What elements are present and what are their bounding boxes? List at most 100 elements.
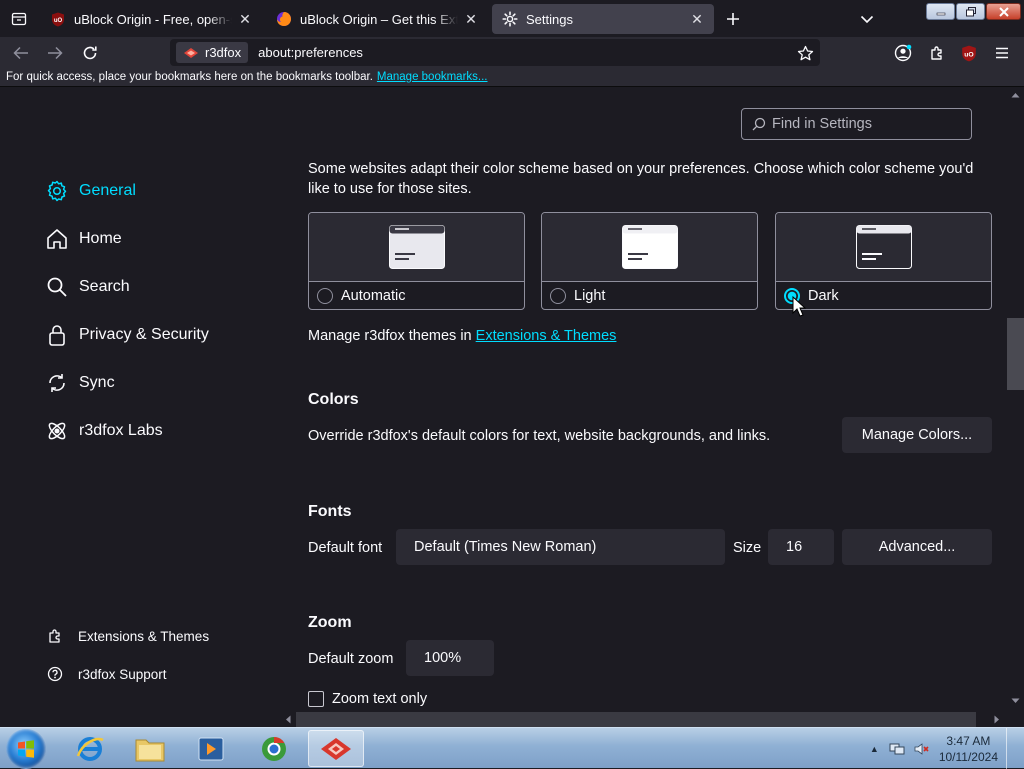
bookmarks-prompt: For quick access, place your bookmarks h…	[6, 71, 373, 83]
sidebar-extensions-themes-link[interactable]: Extensions & Themes	[46, 617, 209, 655]
find-in-settings-input[interactable]: Find in Settings	[741, 108, 972, 140]
ublock-toolbar-button[interactable]: uO	[956, 40, 982, 66]
manage-themes-prefix: Manage r3dfox themes in	[308, 328, 476, 344]
zoom-text-only-row[interactable]: Zoom text only	[308, 691, 428, 708]
sidebar-item-labs[interactable]: r3dfox Labs	[44, 407, 209, 455]
sidebar-item-search[interactable]: Search	[44, 263, 209, 311]
svg-text:uO: uO	[54, 18, 63, 24]
taskbar-file-explorer[interactable]	[122, 730, 178, 767]
default-zoom-value: 100%	[424, 650, 462, 666]
sync-icon	[44, 370, 70, 396]
network-icon[interactable]	[889, 741, 905, 757]
sidebar-support-link[interactable]: r3dfox Support	[46, 655, 209, 693]
taskbar-internet-explorer[interactable]	[62, 730, 118, 767]
list-all-tabs-button[interactable]	[856, 8, 878, 30]
tab-ublock-addon[interactable]: uBlock Origin – Get this Extensio ✕	[266, 4, 488, 34]
sidebar-item-label: r3dfox Labs	[79, 422, 163, 439]
vertical-scrollbar-thumb[interactable]	[1007, 318, 1024, 390]
show-hidden-icons-button[interactable]: ▲	[870, 744, 879, 754]
firefox-view-button[interactable]	[6, 6, 32, 32]
identity-box[interactable]: r3dfox	[176, 42, 249, 63]
sidebar-item-sync[interactable]: Sync	[44, 359, 209, 407]
theme-label: Light	[574, 288, 606, 304]
gear-icon	[502, 11, 518, 27]
taskbar-media-player[interactable]	[183, 730, 239, 767]
account-button[interactable]	[890, 40, 916, 66]
taskbar-chrome[interactable]	[246, 730, 302, 767]
navigation-toolbar: r3dfox about:preferences uO	[0, 37, 1024, 68]
colors-heading: Colors	[308, 391, 359, 408]
hamburger-menu-icon	[996, 47, 1008, 59]
volume-muted-icon[interactable]	[913, 741, 929, 757]
default-zoom-select[interactable]: 100%	[406, 640, 494, 676]
fonts-advanced-button[interactable]: Advanced...	[842, 529, 992, 565]
bookmarks-toolbar: For quick access, place your bookmarks h…	[0, 68, 1024, 87]
clock[interactable]: 3:47 AM 10/11/2024	[939, 733, 998, 765]
url-text[interactable]: about:preferences	[258, 45, 363, 60]
restore-window-button[interactable]	[956, 3, 985, 20]
horizontal-scrollbar-thumb[interactable]	[296, 712, 976, 727]
extensions-themes-link[interactable]: Extensions & Themes	[476, 328, 617, 344]
scroll-right-arrow-icon[interactable]	[994, 715, 1000, 724]
default-font-select[interactable]: Default (Times New Roman)	[396, 529, 725, 565]
tab-settings[interactable]: Settings ✕	[492, 4, 714, 34]
forward-arrow-icon	[48, 46, 63, 60]
theme-label: Dark	[808, 288, 839, 304]
new-tab-button[interactable]	[722, 8, 744, 30]
sidebar-item-home[interactable]: Home	[44, 215, 209, 263]
vertical-scrollbar[interactable]	[1007, 87, 1024, 712]
close-tab-icon[interactable]: ✕	[464, 11, 478, 27]
globe-browser-icon	[262, 736, 286, 761]
close-tab-icon[interactable]: ✕	[690, 11, 704, 27]
taskbar-r3dfox[interactable]	[308, 730, 364, 767]
account-icon	[894, 44, 912, 62]
back-button[interactable]	[8, 40, 34, 66]
reload-button[interactable]	[77, 40, 103, 66]
scroll-down-arrow-icon[interactable]	[1011, 698, 1020, 704]
sidebar-item-privacy-security[interactable]: Privacy & Security	[44, 311, 209, 359]
forward-button[interactable]	[42, 40, 68, 66]
tab-ublock-origin[interactable]: uO uBlock Origin - Free, open-sour ✕	[40, 4, 262, 34]
sidebar-item-label: General	[79, 182, 136, 199]
start-button[interactable]	[6, 729, 46, 769]
close-icon	[998, 6, 1009, 17]
sidebar-item-label: Privacy & Security	[79, 326, 209, 343]
theme-radio-light[interactable]	[550, 288, 566, 304]
scroll-left-arrow-icon[interactable]	[285, 715, 291, 724]
zoom-heading: Zoom	[308, 614, 352, 631]
theme-preview-light	[542, 213, 757, 282]
sidebar-item-general[interactable]: General	[44, 167, 209, 215]
theme-card-light[interactable]: Light	[541, 212, 758, 310]
close-window-button[interactable]	[986, 3, 1021, 20]
settings-content: Find in Settings General Home Search Pri…	[0, 87, 1024, 712]
bookmark-page-button[interactable]	[794, 42, 816, 64]
category-sidebar: General Home Search Privacy & Security S…	[44, 167, 209, 455]
theme-card-dark[interactable]: Dark	[775, 212, 992, 310]
url-bar[interactable]: r3dfox about:preferences	[170, 39, 820, 66]
theme-card-automatic[interactable]: Automatic	[308, 212, 525, 310]
help-icon	[46, 665, 64, 683]
restore-icon	[965, 6, 976, 16]
manage-colors-button[interactable]: Manage Colors...	[842, 417, 992, 453]
folder-icon	[135, 739, 165, 761]
manage-bookmarks-link[interactable]: Manage bookmarks...	[377, 71, 488, 83]
star-icon	[797, 45, 813, 60]
app-menu-button[interactable]	[989, 40, 1015, 66]
extensions-button[interactable]	[924, 40, 950, 66]
zoom-text-only-checkbox[interactable]	[308, 691, 324, 708]
sidebar-footer: Extensions & Themes r3dfox Support	[46, 617, 209, 693]
fonts-heading: Fonts	[308, 503, 352, 520]
show-desktop-button[interactable]	[1006, 728, 1016, 769]
theme-radio-automatic[interactable]	[317, 288, 333, 304]
zoom-text-only-label: Zoom text only	[332, 691, 428, 707]
sidebar-item-label: Search	[79, 278, 130, 295]
labs-icon	[44, 418, 70, 444]
minimize-window-button[interactable]	[926, 3, 955, 20]
find-placeholder: Find in Settings	[772, 116, 872, 132]
puzzle-icon	[931, 46, 942, 60]
tab-title: Settings	[526, 11, 573, 27]
scroll-up-arrow-icon[interactable]	[1011, 92, 1020, 98]
colors-description: Override r3dfox's default colors for tex…	[308, 428, 771, 444]
font-size-select[interactable]: 16	[768, 529, 834, 565]
close-tab-icon[interactable]: ✕	[238, 11, 252, 27]
